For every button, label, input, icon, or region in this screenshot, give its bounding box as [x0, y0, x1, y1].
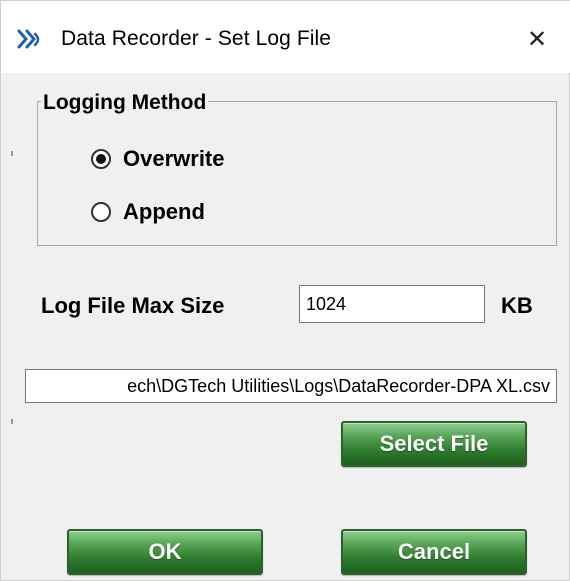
radio-append[interactable]: Append — [91, 199, 205, 225]
radio-append-indicator[interactable] — [91, 202, 111, 222]
edge-mark — [11, 151, 13, 156]
ok-button[interactable]: OK — [67, 529, 263, 575]
logging-method-label: Logging Method — [41, 91, 209, 115]
close-button[interactable]: ✕ — [517, 19, 557, 59]
dg-logo-icon — [17, 29, 40, 49]
max-size-input[interactable] — [299, 285, 485, 323]
radio-overwrite-label[interactable]: Overwrite — [123, 146, 225, 172]
max-size-label: Log File Max Size — [41, 293, 225, 318]
window-title: Data Recorder - Set Log File — [61, 27, 332, 50]
radio-overwrite[interactable]: Overwrite — [91, 146, 225, 172]
radio-append-label[interactable]: Append — [123, 199, 205, 225]
edge-mark — [11, 419, 13, 424]
max-size-unit: KB — [501, 293, 533, 318]
cancel-button[interactable]: Cancel — [341, 529, 527, 575]
log-file-path-field[interactable]: ech\DGTech Utilities\Logs\DataRecorder-D… — [25, 369, 557, 403]
title-bar: Data Recorder - Set Log File ✕ — [1, 1, 570, 73]
close-icon[interactable]: ✕ — [527, 25, 547, 53]
dialog-window: Data Recorder - Set Log File ✕ Logging M… — [0, 0, 570, 581]
log-file-path-text: ech\DGTech Utilities\Logs\DataRecorder-D… — [127, 376, 550, 396]
select-file-button[interactable]: Select File — [341, 421, 527, 467]
radio-overwrite-indicator[interactable] — [91, 149, 111, 169]
